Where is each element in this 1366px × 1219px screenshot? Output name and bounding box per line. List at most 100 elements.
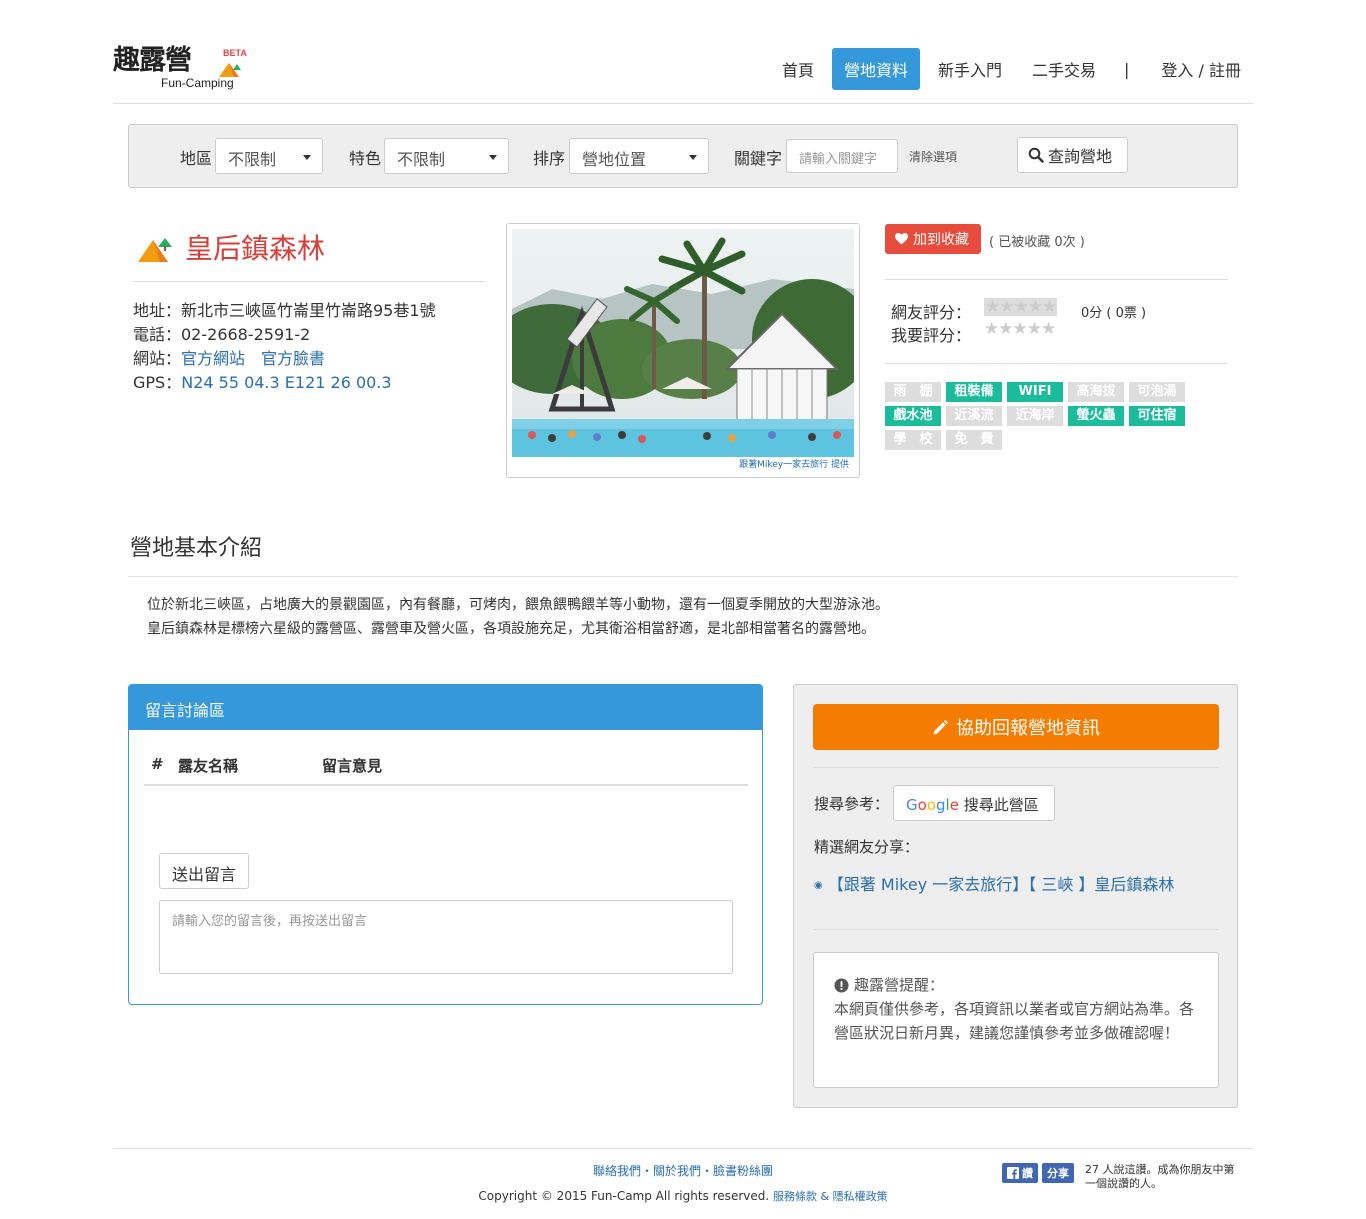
divider: [885, 363, 1228, 364]
keyword-label: 關鍵字: [734, 149, 783, 168]
feature-label: 特色: [349, 149, 382, 168]
chevron-down-icon: [303, 155, 311, 160]
gps-row: GPS：N24 55 04.3 E121 26 00.3: [133, 371, 436, 395]
copyright-text: Copyright © 2015 Fun-Camp All rights res…: [478, 1189, 770, 1203]
feature-value: 不限制: [397, 150, 446, 169]
nav-beginners[interactable]: 新手入門: [926, 48, 1014, 90]
feature-tag[interactable]: 可住宿: [1129, 406, 1185, 426]
policy-link[interactable]: 服務條款 & 隱私權政策: [773, 1190, 888, 1203]
report-button-label: 協助回報營地資訊: [956, 718, 1100, 739]
google-search-button[interactable]: Google 搜尋此營區: [893, 785, 1055, 821]
feature-tag[interactable]: 租裝備: [946, 382, 1002, 402]
user-rating-stars: ★★★★★: [984, 297, 1057, 317]
my-rating-stars[interactable]: ★★★★★: [984, 319, 1056, 339]
heart-icon: [895, 233, 908, 245]
comment-panel-title: 留言討論區: [129, 685, 762, 730]
nav-campsites[interactable]: 營地資料: [831, 48, 920, 90]
facebook-icon: [1007, 1167, 1019, 1179]
divider: [128, 576, 1238, 577]
photo-credit: 跟著Mikey一家去旅行 提供: [739, 460, 849, 470]
campsite-image: [492, 229, 872, 459]
campsite-photo[interactable]: 跟著Mikey一家去旅行 提供: [492, 223, 872, 478]
feature-tag[interactable]: 免 費: [946, 430, 1002, 450]
feature-tag[interactable]: 戲水池: [885, 406, 941, 426]
facebook-share-button[interactable]: 分享: [1042, 1163, 1074, 1183]
nav-home[interactable]: 首頁: [770, 48, 826, 90]
sort-select[interactable]: 營地位置: [569, 138, 709, 174]
shared-post-title: 【跟著 Mikey 一家去旅行】【 三峽 】皇后鎮森林: [827, 875, 1175, 894]
feature-tag[interactable]: 學 校: [885, 430, 941, 450]
feature-tag[interactable]: 可泡湯: [1129, 382, 1185, 402]
logo-text: 趣露營: [113, 45, 192, 76]
region-select[interactable]: 不限制: [215, 138, 323, 174]
nav-separator: |: [1124, 59, 1130, 79]
bullet-icon: ◉: [814, 880, 823, 891]
report-panel: 協助回報營地資訊 搜尋參考： Google 搜尋此營區 精選網友分享： ◉ 【跟…: [793, 684, 1238, 1108]
divider: [813, 767, 1219, 768]
feature-tag[interactable]: 近溪流: [946, 406, 1002, 426]
comment-textarea[interactable]: 請輸入您的留言後，再按送出留言: [159, 900, 733, 974]
divider: [885, 279, 1228, 280]
favorite-count: ( 已被收藏 0次 ): [989, 235, 1085, 250]
feature-tags: 雨 棚租裝備 WIFI 高海拔 可泡湯戲水池 近溪流 近海岸 螢火蟲 可住宿學 校免 費: [885, 382, 1195, 450]
footer-divider: [113, 1148, 1253, 1149]
user-rating-label: 網友評分：: [891, 303, 972, 322]
report-info-button[interactable]: 協助回報營地資訊: [813, 704, 1219, 750]
gps-label: GPS：: [133, 373, 182, 392]
featured-shares-label: 精選網友分享：: [814, 838, 920, 856]
address: 地址：新北市三峽區竹崙里竹崙路95巷1號: [133, 301, 436, 320]
reminder-title: 趣露營提醒：: [854, 976, 945, 994]
facebook-widget: 讚 分享: [1002, 1163, 1074, 1183]
feature-tag[interactable]: 螢火蟲: [1068, 406, 1124, 426]
pencil-icon: [933, 719, 949, 734]
intro-line: 皇后鎮森林是標榜六星級的露營區、露營車及營火區，各項設施充足，尤其衛浴相當舒適，…: [147, 621, 875, 637]
site-logo[interactable]: 趣露營 BETA Fun-Camping: [113, 46, 248, 94]
my-rating-label: 我要評分：: [891, 326, 972, 345]
gps-link[interactable]: N24 55 04.3 E121 26 00.3: [181, 373, 391, 392]
col-number: #: [151, 755, 164, 773]
website-label: 網站：: [133, 349, 182, 368]
chevron-down-icon: [489, 155, 497, 160]
divider: [813, 929, 1219, 930]
feature-tag[interactable]: WIFI: [1007, 382, 1063, 402]
official-facebook-link[interactable]: 官方臉書: [261, 349, 325, 368]
reminder-box: 趣露營提醒： 本網頁僅供參考，各項資訊以業者或官方網站為準。各營區狀況日新月異，…: [813, 952, 1219, 1088]
nav-market[interactable]: 二手交易: [1020, 48, 1108, 90]
beta-badge: BETA: [223, 48, 247, 58]
send-comment-button[interactable]: 送出留言: [159, 853, 249, 889]
search-icon: [1028, 147, 1044, 163]
rating-score: 0分 ( 0票 ): [1081, 306, 1147, 321]
region-label: 地區: [180, 149, 213, 168]
sort-label: 排序: [533, 149, 566, 168]
shared-post-link[interactable]: ◉ 【跟著 Mikey 一家去旅行】【 三峽 】皇后鎮森林: [814, 871, 1174, 895]
filter-bar: 地區 不限制 特色 不限制 排序 營地位置 關鍵字 請輸入關鍵字 清除選項 查詢…: [128, 124, 1238, 188]
col-camper-name: 露友名稱: [178, 757, 239, 775]
comment-panel: 留言討論區 # 露友名稱 留言意見 送出留言 請輸入您的留言後，再按送出留言: [128, 684, 763, 1005]
main-nav: 首頁 營地資料 新手入門 二手交易 | 登入 / 註冊: [764, 48, 1253, 90]
google-search-label: 搜尋此營區: [963, 796, 1039, 814]
add-favorite-button[interactable]: 加到收藏: [885, 224, 981, 254]
clear-options-link[interactable]: 清除選項: [909, 148, 957, 165]
feature-tag[interactable]: 雨 棚: [885, 382, 941, 402]
add-favorite-label: 加到收藏: [913, 232, 969, 248]
campsite-name: 皇后鎮森林: [185, 232, 326, 265]
search-campsite-button[interactable]: 查詢營地: [1017, 137, 1128, 173]
tent-icon: [138, 238, 172, 262]
facebook-like-button[interactable]: 讚: [1002, 1163, 1038, 1183]
nav-login[interactable]: 登入 / 註冊: [1149, 48, 1253, 90]
feature-tag[interactable]: 近海岸: [1007, 406, 1063, 426]
intro-text: 位於新北三峽區，占地廣大的景觀園區，內有餐廳，可烤肉，餵魚餵鴨餵羊等小動物，還有…: [147, 593, 889, 641]
facebook-like-count: 27 人說這讚。成為你朋友中第一個說讚的人。: [1085, 1163, 1235, 1190]
google-logo: Google: [906, 796, 959, 814]
search-reference-label: 搜尋參考：: [814, 795, 890, 813]
exclamation-circle-icon: [834, 977, 849, 993]
search-button-label: 查詢營地: [1048, 147, 1113, 166]
official-site-link[interactable]: 官方網站: [181, 349, 245, 368]
intro-heading: 營地基本介紹: [130, 536, 263, 561]
intro-line: 位於新北三峽區，占地廣大的景觀園區，內有餐廳，可烤肉，餵魚餵鴨餵羊等小動物，還有…: [147, 597, 889, 613]
feature-select[interactable]: 不限制: [384, 138, 509, 174]
sort-value: 營地位置: [582, 150, 647, 169]
keyword-input[interactable]: 請輸入關鍵字: [786, 139, 898, 173]
feature-tag[interactable]: 高海拔: [1068, 382, 1124, 402]
col-comment: 留言意見: [322, 757, 383, 775]
